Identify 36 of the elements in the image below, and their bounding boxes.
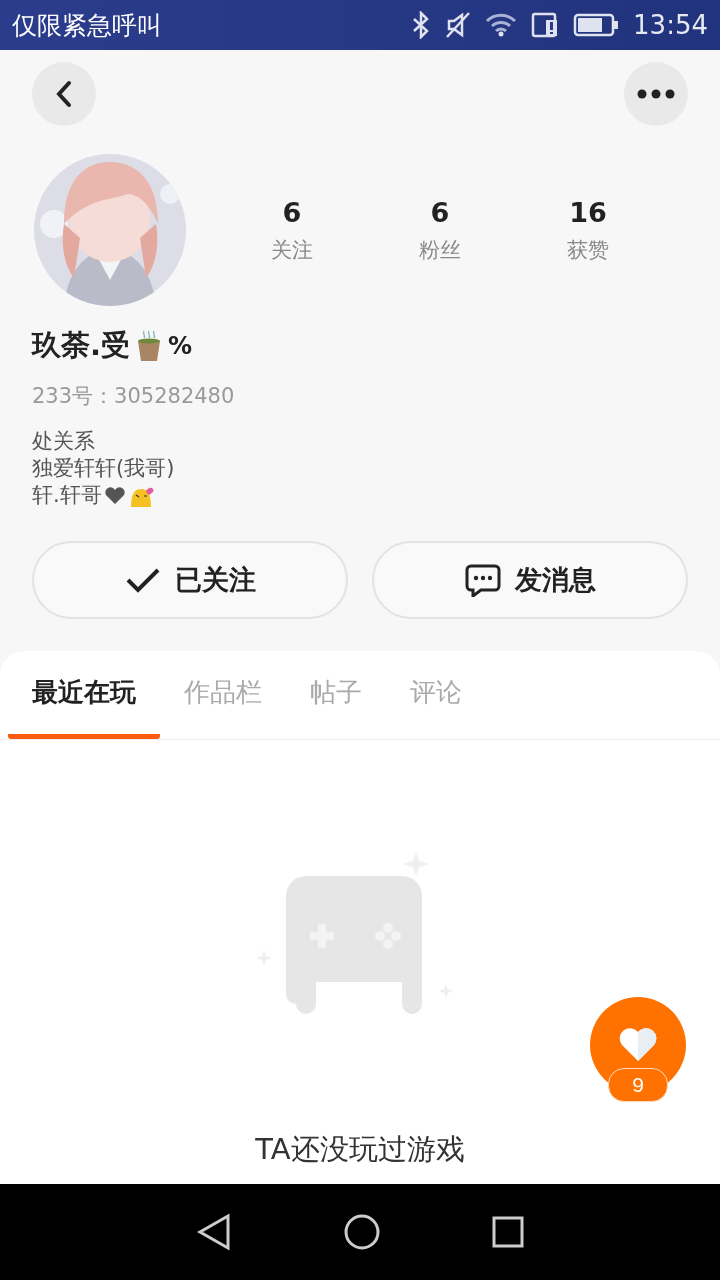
more-dots-icon (637, 89, 675, 99)
user-id: 233号：305282480 (32, 383, 236, 410)
clock-time: 13:54 (633, 10, 708, 40)
tab[interactable]: 作品栏 (160, 651, 286, 739)
back-nav-icon[interactable] (196, 1213, 232, 1251)
chat-bubble-icon (464, 563, 501, 597)
home-nav-icon[interactable] (344, 1214, 380, 1250)
bio-line: 轩.轩哥 (32, 482, 102, 509)
back-chevron-icon (54, 80, 74, 108)
carrier-text: 仅限紧急呼叫 (12, 9, 163, 42)
sim-alert-icon (531, 12, 560, 38)
stat-label: 获赞 (567, 236, 609, 264)
tab[interactable]: 帖子 (286, 651, 386, 739)
heart-icon (618, 1027, 658, 1063)
tab[interactable]: 评论 (386, 651, 486, 739)
stat-value: 16 (569, 196, 607, 228)
bio-line: 处关系 (32, 428, 95, 455)
stat-label: 关注 (271, 236, 313, 264)
like-count: 9 (608, 1068, 668, 1102)
check-icon (124, 566, 161, 594)
muted-speaker-icon (445, 11, 472, 39)
bio-line: 独爱轩轩(我哥) (32, 455, 175, 482)
stat-label: 粉丝 (419, 236, 461, 264)
message-button[interactable]: 发消息 (372, 541, 688, 619)
name-suffix: % (168, 332, 193, 360)
user-name: 玖荼.受 (32, 327, 131, 364)
cup-icon (136, 329, 163, 363)
heart-icon (103, 486, 126, 505)
following-button[interactable]: 已关注 (32, 541, 348, 619)
empty-message: TA还没玩过游戏 (255, 1131, 465, 1168)
tab[interactable]: 最近在玩 (8, 651, 160, 739)
recents-nav-icon[interactable] (492, 1216, 524, 1248)
stat-value: 6 (430, 196, 450, 228)
stat-value: 6 (282, 196, 302, 228)
wifi-icon (485, 13, 518, 37)
battery-icon (573, 13, 620, 37)
